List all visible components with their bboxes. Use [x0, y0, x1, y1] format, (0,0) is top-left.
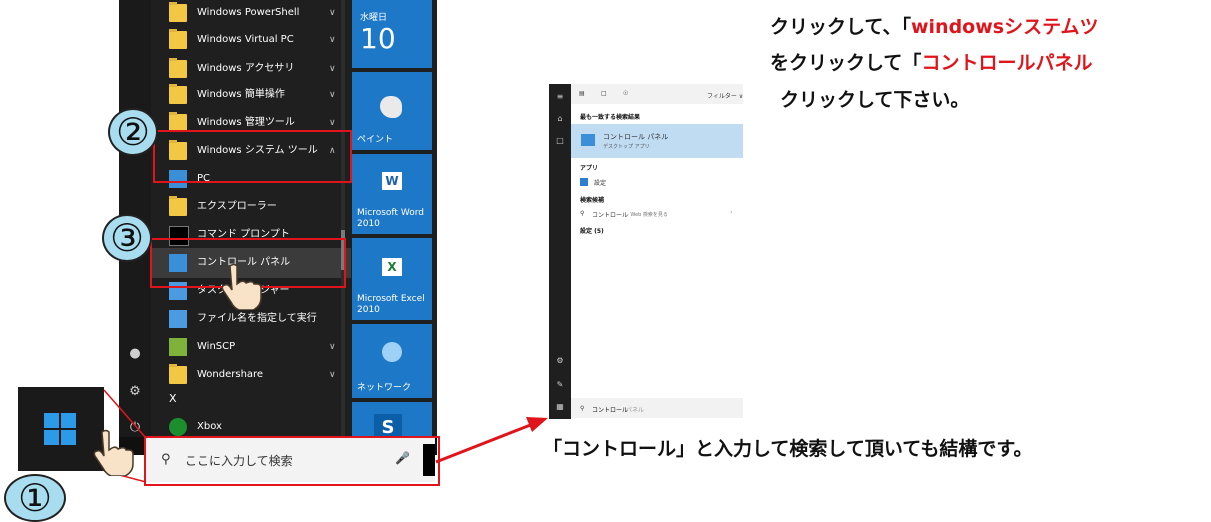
- instruction-line-3: クリックして下さい。: [780, 89, 970, 111]
- panel-search-box[interactable]: ⚲ コントロール パネル: [571, 398, 743, 418]
- alternate-instruction: 「コントロール」と入力して検索して頂いても結構です。: [543, 438, 1033, 460]
- globe-icon[interactable]: ☉: [623, 90, 628, 97]
- home-icon[interactable]: ⌂: [554, 114, 566, 126]
- search-icon: ⚲: [580, 405, 585, 412]
- search-query[interactable]: コントロール: [592, 405, 628, 414]
- instruction-text: クリックして、「: [770, 16, 911, 38]
- document-icon[interactable]: □: [601, 90, 607, 97]
- notebook-icon[interactable]: □: [554, 136, 566, 148]
- hand-pointer-icon: [93, 429, 134, 476]
- arrow-head: [526, 417, 548, 432]
- instruction-line-2: をクリックして「コントロールパネル: [770, 48, 1092, 75]
- best-match-heading: 最も一致する検索結果: [580, 114, 641, 121]
- hand-pointer-icon: [221, 263, 262, 310]
- apps-heading: アプリ: [580, 165, 599, 172]
- best-match-subtitle: デスクトップ アプリ: [603, 144, 650, 150]
- web-suggestion-sub: - Web 検索を見る: [627, 212, 668, 218]
- grid-icon[interactable]: ▤: [579, 90, 585, 97]
- search-autocomplete-hint: パネル: [626, 407, 645, 414]
- suggestions-heading: 検索候補: [580, 197, 605, 204]
- filter-dropdown[interactable]: フィルター ∨: [707, 91, 743, 100]
- best-match-title: コントロール パネル: [603, 133, 669, 141]
- menu-icon[interactable]: ≡: [554, 92, 566, 104]
- feedback-icon[interactable]: ✎: [554, 380, 566, 392]
- best-match-result[interactable]: コントロール パネル デスクトップ アプリ: [571, 124, 743, 158]
- arrow-line: [435, 422, 534, 464]
- web-suggestion[interactable]: コントロール: [592, 210, 628, 219]
- instruction-line-1: クリックして、「windowsシステムツ: [770, 12, 1099, 39]
- instruction-highlight: コントロールパネル: [921, 52, 1093, 74]
- instruction-text: をクリックして「: [770, 52, 922, 74]
- step-3-marker: ③: [102, 214, 152, 262]
- chevron-right-icon[interactable]: ›: [730, 209, 732, 216]
- search-panel-rail: ≡ ⌂ □ ⚙ ✎ ▦: [549, 84, 571, 419]
- step-2-marker: ②: [108, 108, 158, 156]
- control-panel-icon: [581, 134, 595, 146]
- gear-icon[interactable]: ⚙: [554, 356, 566, 368]
- settings-app-result[interactable]: 設定: [594, 178, 606, 187]
- step-1-marker: ①: [4, 474, 66, 522]
- windows-logo-icon[interactable]: ▦: [554, 402, 566, 414]
- instruction-highlight: windowsシステムツ: [910, 16, 1099, 38]
- settings-count-heading[interactable]: 設定 (5): [580, 226, 604, 235]
- settings-icon: [580, 178, 588, 186]
- search-panel-toolbar: ▤ □ ☉ フィルター ∨: [571, 84, 743, 104]
- search-icon: ⚲: [580, 210, 585, 217]
